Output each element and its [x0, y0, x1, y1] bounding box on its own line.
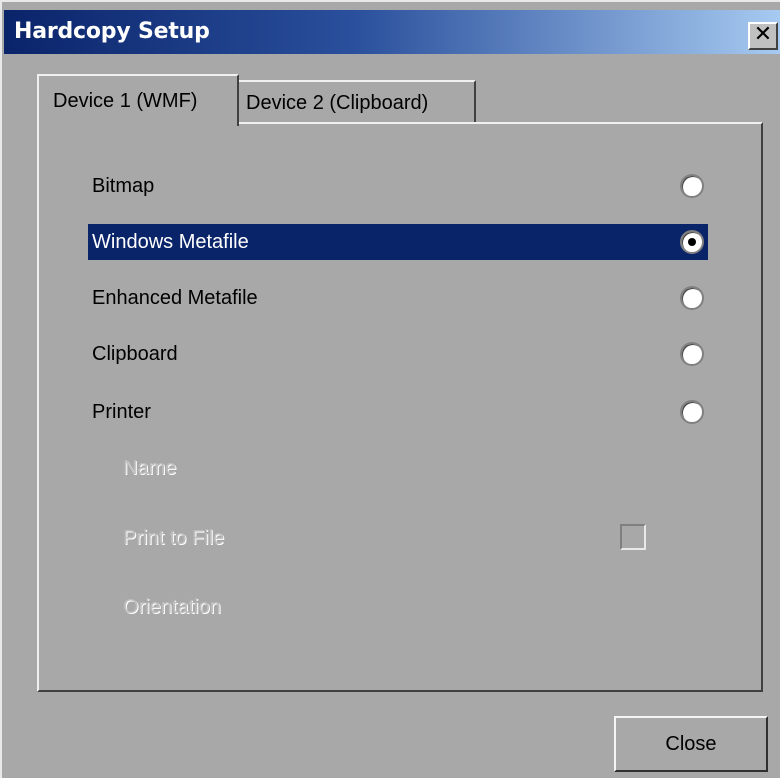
radio-windows-metafile[interactable]: [680, 230, 704, 254]
tab-panel-join: [39, 120, 237, 126]
option-label: Clipboard: [92, 343, 178, 365]
tab-device-1-label: Device 1 (WMF): [53, 90, 198, 112]
option-bitmap[interactable]: Bitmap: [88, 168, 708, 204]
option-windows-metafile[interactable]: Windows Metafile: [88, 224, 708, 260]
radio-bitmap[interactable]: [680, 174, 704, 198]
radio-selected-dot: [688, 238, 696, 246]
print-to-file-checkbox[interactable]: [620, 524, 646, 550]
dialog-title: Hardcopy Setup: [14, 19, 210, 44]
close-button[interactable]: Close: [614, 716, 768, 772]
radio-clipboard[interactable]: [680, 342, 704, 366]
tab-device-2-label: Device 2 (Clipboard): [246, 92, 429, 114]
title-bar[interactable]: Hardcopy Setup ✕: [4, 10, 780, 54]
printer-name-label: Name: [123, 457, 177, 479]
option-label: Enhanced Metafile: [92, 287, 258, 309]
option-label: Bitmap: [92, 175, 155, 197]
radio-printer[interactable]: [680, 400, 704, 424]
option-label: Printer: [92, 401, 151, 423]
option-printer[interactable]: Printer: [88, 394, 708, 430]
tab-device-1[interactable]: Device 1 (WMF): [37, 74, 239, 126]
option-clipboard[interactable]: Clipboard: [88, 336, 708, 372]
close-icon[interactable]: ✕: [748, 22, 778, 50]
hardcopy-setup-dialog: Hardcopy Setup ✕ Device 1 (WMF) Device 2…: [0, 0, 780, 778]
option-enhanced-metafile[interactable]: Enhanced Metafile: [88, 280, 708, 316]
print-to-file-label: Print to File: [123, 527, 225, 549]
tab-device-2[interactable]: Device 2 (Clipboard): [238, 80, 476, 122]
orientation-label: Orientation: [123, 596, 221, 618]
radio-enhanced-metafile[interactable]: [680, 286, 704, 310]
option-label: Windows Metafile: [92, 231, 249, 253]
